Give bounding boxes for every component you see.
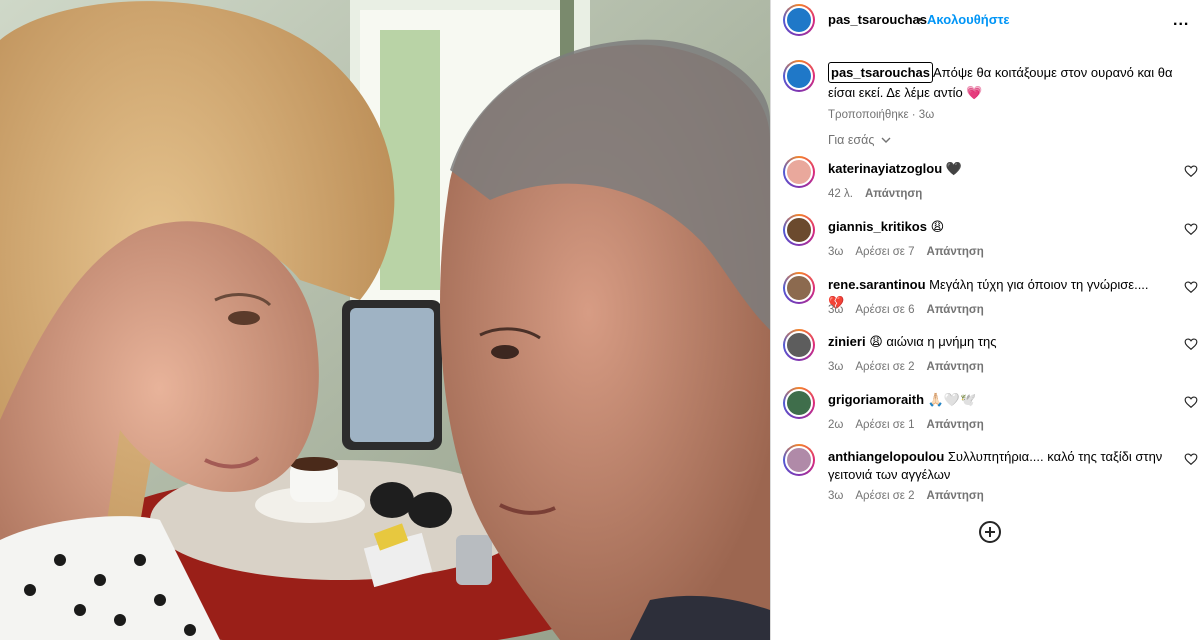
- comment-body: anthiangelopoulou Συλλυπητήρια.... καλό …: [828, 448, 1163, 484]
- commenter-avatar-image: [785, 158, 813, 186]
- caption-username[interactable]: pas_tsarouchas: [828, 62, 933, 83]
- more-icon[interactable]: ...: [1173, 12, 1189, 30]
- heart-icon[interactable]: [1184, 395, 1198, 409]
- caption-meta: Τροποποιήθηκε · 3ω: [828, 109, 935, 121]
- comment-meta: 3ω Αρέσει σε 7 Απάντηση: [828, 246, 996, 258]
- reply-button[interactable]: Απάντηση: [927, 490, 984, 502]
- reply-button[interactable]: Απάντηση: [927, 304, 984, 316]
- heart-icon[interactable]: [1184, 337, 1198, 351]
- commenter-avatar-image: [785, 331, 813, 359]
- comment-meta: 3ω Αρέσει σε 2 Απάντηση: [828, 490, 996, 502]
- reply-button[interactable]: Απάντηση: [865, 188, 922, 200]
- comment-text: 😩: [930, 219, 945, 234]
- commenter-avatar-image: [785, 274, 813, 302]
- heart-icon[interactable]: [1184, 164, 1198, 178]
- comment-text: 🙏🏻🤍🕊️: [927, 392, 977, 407]
- comment-body: grigoriamoraith 🙏🏻🤍🕊️: [828, 391, 1163, 409]
- chevron-down-icon: [881, 137, 891, 143]
- comment-meta: 42 λ. Απάντηση: [828, 188, 934, 200]
- post-view: pas_tsarouchas • Ακολουθήστε ... pas_tsa…: [0, 0, 1200, 640]
- commenter-avatar[interactable]: [783, 329, 815, 361]
- for-you-label: Για εσάς: [828, 133, 875, 147]
- caption-avatar-image: [785, 62, 813, 90]
- separator-dot: •: [917, 12, 922, 27]
- commenter-username[interactable]: grigoriamoraith: [828, 392, 924, 407]
- comment-likes[interactable]: Αρέσει σε 2: [855, 361, 914, 373]
- commenter-username[interactable]: giannis_kritikos: [828, 219, 927, 234]
- heart-icon[interactable]: [1184, 280, 1198, 294]
- comment-meta: 2ω Αρέσει σε 1 Απάντηση: [828, 419, 996, 431]
- reply-button[interactable]: Απάντηση: [927, 246, 984, 258]
- heart-icon[interactable]: [1184, 222, 1198, 236]
- author-avatar[interactable]: [783, 4, 815, 36]
- comment-body: zinieri 😩 αιώνια η μνήμη της: [828, 333, 1163, 351]
- post-photo[interactable]: [0, 0, 770, 640]
- commenter-avatar-image: [785, 216, 813, 244]
- reply-button[interactable]: Απάντηση: [927, 419, 984, 431]
- commenter-username[interactable]: zinieri: [828, 334, 866, 349]
- comment-text: 🖤: [945, 161, 962, 176]
- commenter-avatar[interactable]: [783, 272, 815, 304]
- caption-avatar[interactable]: [783, 60, 815, 92]
- comment-time: 3ω: [828, 361, 844, 373]
- plus-circle-icon[interactable]: [978, 520, 1002, 544]
- comment-time: 3ω: [828, 490, 844, 502]
- comment-likes[interactable]: Αρέσει σε 7: [855, 246, 914, 258]
- comment-time: 42 λ.: [828, 188, 853, 200]
- commenter-avatar-image: [785, 446, 813, 474]
- author-avatar-image: [785, 6, 813, 34]
- follow-button[interactable]: Ακολουθήστε: [927, 12, 1010, 27]
- comment-likes[interactable]: Αρέσει σε 6: [855, 304, 914, 316]
- comment-likes[interactable]: Αρέσει σε 1: [855, 419, 914, 431]
- commenter-avatar[interactable]: [783, 444, 815, 476]
- commenter-avatar[interactable]: [783, 387, 815, 419]
- commenter-username[interactable]: rene.sarantinou: [828, 277, 926, 292]
- commenter-username[interactable]: anthiangelopoulou: [828, 449, 944, 464]
- commenter-username[interactable]: katerinayiatzoglou: [828, 161, 942, 176]
- photo-illustration: [0, 0, 770, 640]
- caption-emoji: 💗: [966, 85, 983, 100]
- commenter-avatar[interactable]: [783, 156, 815, 188]
- heart-icon[interactable]: [1184, 452, 1198, 466]
- comment-body: giannis_kritikos 😩: [828, 218, 1163, 236]
- commenter-avatar-image: [785, 389, 813, 417]
- comment-text: 😩 αιώνια η μνήμη της: [869, 334, 997, 349]
- comment-time: 3ω: [828, 304, 844, 316]
- comment-meta: 3ω Αρέσει σε 6 Απάντηση: [828, 304, 996, 316]
- comment-time: 3ω: [828, 246, 844, 258]
- comment-time: 2ω: [828, 419, 844, 431]
- commenter-avatar[interactable]: [783, 214, 815, 246]
- reply-button[interactable]: Απάντηση: [927, 361, 984, 373]
- for-you-filter[interactable]: Για εσάς: [828, 133, 891, 147]
- comment-likes[interactable]: Αρέσει σε 2: [855, 490, 914, 502]
- post-sidebar: pas_tsarouchas • Ακολουθήστε ... pas_tsa…: [770, 0, 1200, 640]
- caption: pas_tsarouchas Απόψε θα κοιτάξουμε στον ο…: [828, 62, 1188, 125]
- author-username[interactable]: pas_tsarouchas: [828, 12, 927, 27]
- comment-meta: 3ω Αρέσει σε 2 Απάντηση: [828, 361, 996, 373]
- comment-body: katerinayiatzoglou 🖤: [828, 160, 1163, 178]
